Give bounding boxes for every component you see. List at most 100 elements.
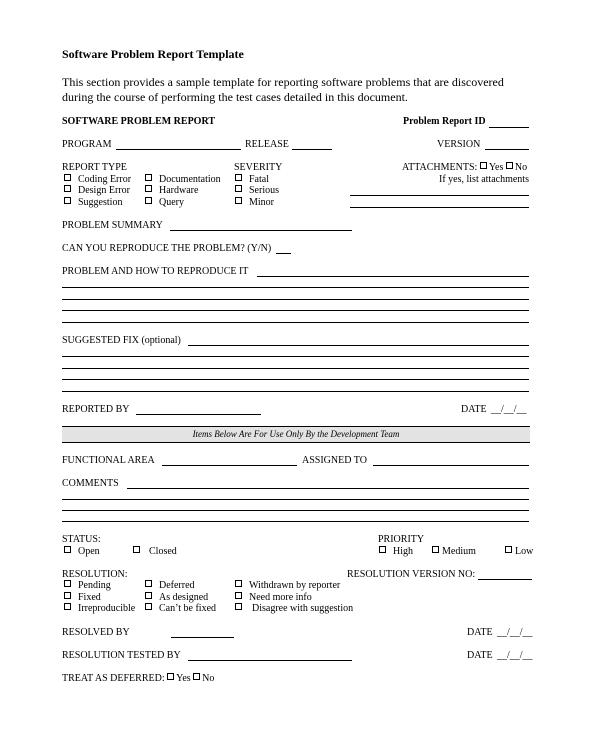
resolution-as-designed[interactable]: As designed <box>145 592 208 603</box>
attachments-field-2[interactable] <box>350 207 529 208</box>
treat-deferred-label: TREAT AS DEFERRED: <box>62 673 165 684</box>
comments-field[interactable] <box>127 488 529 489</box>
resolution-label: RESOLUTION: <box>62 569 128 580</box>
severity-minor[interactable]: Minor <box>235 197 274 208</box>
comments-line[interactable] <box>62 499 529 500</box>
problem-how-line[interactable] <box>62 299 529 300</box>
resolution-need-more-info[interactable]: Need more info <box>235 592 312 603</box>
problem-how-field[interactable] <box>257 276 529 277</box>
checkbox-icon <box>235 603 242 610</box>
suggested-fix-label: SUGGESTED FIX (optional) <box>62 335 181 346</box>
resolution-version-field[interactable] <box>478 579 532 580</box>
tested-date-field[interactable]: __/__/__ <box>497 650 533 661</box>
status-closed[interactable]: Closed <box>133 546 177 557</box>
priority-high[interactable]: High <box>379 546 413 557</box>
checkbox-icon <box>193 673 201 680</box>
status-open[interactable]: Open <box>64 546 100 557</box>
problem-how-line[interactable] <box>62 287 529 288</box>
resolution-tested-by-field[interactable] <box>188 660 352 661</box>
assigned-to-field[interactable] <box>373 465 529 466</box>
report-type-label: REPORT TYPE <box>62 162 127 173</box>
resolution-fixed[interactable]: Fixed <box>64 592 101 603</box>
resolution-version-label: RESOLUTION VERSION NO: <box>347 569 476 580</box>
treat-deferred-row: TREAT AS DEFERRED: Yes No <box>62 673 214 684</box>
report-type-documentation[interactable]: Documentation <box>145 174 221 185</box>
reproduce-label: CAN YOU REPRODUCE THE PROBLEM? (Y/N) <box>62 243 272 254</box>
attachments-note: If yes, list attachments <box>439 174 529 185</box>
checkbox-icon <box>145 174 152 181</box>
problem-how-line[interactable] <box>62 310 529 311</box>
checkbox-icon <box>64 197 71 204</box>
resolution-withdrawn[interactable]: Withdrawn by reporter <box>235 580 340 591</box>
checkbox-icon <box>145 580 152 587</box>
resolution-tested-by-label: RESOLUTION TESTED BY <box>62 650 181 661</box>
resolution-cant-be-fixed[interactable]: Can’t be fixed <box>145 603 216 614</box>
resolution-irreproducible[interactable]: Irreproducible <box>64 603 135 614</box>
development-team-band: Items Below Are For Use Only By the Deve… <box>62 426 530 443</box>
reported-date-label: DATE <box>461 404 487 415</box>
resolution-disagree[interactable]: Disagree with suggestion <box>235 603 353 614</box>
resolved-date-field[interactable]: __/__/__ <box>497 627 533 638</box>
checkbox-icon <box>64 174 71 181</box>
report-type-query[interactable]: Query <box>145 197 184 208</box>
priority-medium[interactable]: Medium <box>432 546 476 557</box>
program-field[interactable] <box>116 149 241 150</box>
suggested-fix-line[interactable] <box>62 379 529 380</box>
checkbox-icon <box>505 546 512 553</box>
program-label: PROGRAM <box>62 139 112 150</box>
report-type-design-error[interactable]: Design Error <box>64 185 130 196</box>
attachments-no[interactable]: No <box>505 162 527 173</box>
checkbox-icon <box>64 592 71 599</box>
checkbox-icon <box>505 162 513 169</box>
problem-report-id-label: Problem Report ID <box>403 116 486 127</box>
resolved-by-field[interactable] <box>171 637 234 638</box>
release-field[interactable] <box>292 149 332 150</box>
resolved-date-label: DATE <box>467 627 493 638</box>
checkbox-icon <box>379 546 386 553</box>
resolution-pending[interactable]: Pending <box>64 580 111 591</box>
resolution-deferred[interactable]: Deferred <box>145 580 195 591</box>
checkbox-icon <box>479 162 487 169</box>
suggested-fix-line[interactable] <box>62 391 529 392</box>
priority-label: PRIORITY <box>378 534 425 545</box>
severity-fatal[interactable]: Fatal <box>235 174 269 185</box>
checkbox-icon <box>145 197 152 204</box>
problem-how-line[interactable] <box>62 322 529 323</box>
reported-by-field[interactable] <box>136 414 261 415</box>
suggested-fix-line[interactable] <box>62 356 529 357</box>
comments-line[interactable] <box>62 510 529 511</box>
version-field[interactable] <box>485 149 529 150</box>
problem-report-id-field[interactable] <box>489 127 529 128</box>
checkbox-icon <box>133 546 140 553</box>
release-label: RELEASE <box>245 139 289 150</box>
reported-by-label: REPORTED BY <box>62 404 130 415</box>
attachments-field-1[interactable] <box>350 195 529 196</box>
problem-summary-label: PROBLEM SUMMARY <box>62 220 163 231</box>
treat-deferred-yes[interactable]: Yes <box>167 673 191 684</box>
functional-area-field[interactable] <box>162 465 297 466</box>
suggested-fix-field[interactable] <box>188 345 529 346</box>
suggested-fix-line[interactable] <box>62 368 529 369</box>
severity-serious[interactable]: Serious <box>235 185 279 196</box>
treat-deferred-no[interactable]: No <box>193 673 214 684</box>
functional-area-label: FUNCTIONAL AREA <box>62 455 155 466</box>
report-type-hardware[interactable]: Hardware <box>145 185 198 196</box>
checkbox-icon <box>432 546 439 553</box>
intro-line-2: during the course of performing the test… <box>62 90 408 104</box>
attachments-yes[interactable]: Yes <box>479 162 503 173</box>
reported-date-field[interactable]: __/__/__ <box>491 404 527 415</box>
assigned-to-label: ASSIGNED TO <box>302 455 367 466</box>
problem-summary-field[interactable] <box>170 230 352 231</box>
comments-line[interactable] <box>62 521 529 522</box>
checkbox-icon <box>235 185 242 192</box>
checkbox-icon <box>235 580 242 587</box>
report-type-coding-error[interactable]: Coding Error <box>64 174 131 185</box>
checkbox-icon <box>64 603 71 610</box>
reproduce-field[interactable] <box>276 253 291 254</box>
checkbox-icon <box>235 592 242 599</box>
severity-label: SEVERITY <box>234 162 283 173</box>
tested-date-label: DATE <box>467 650 493 661</box>
priority-low[interactable]: Low <box>505 546 533 557</box>
checkbox-icon <box>64 580 71 587</box>
report-type-suggestion[interactable]: Suggestion <box>64 197 122 208</box>
